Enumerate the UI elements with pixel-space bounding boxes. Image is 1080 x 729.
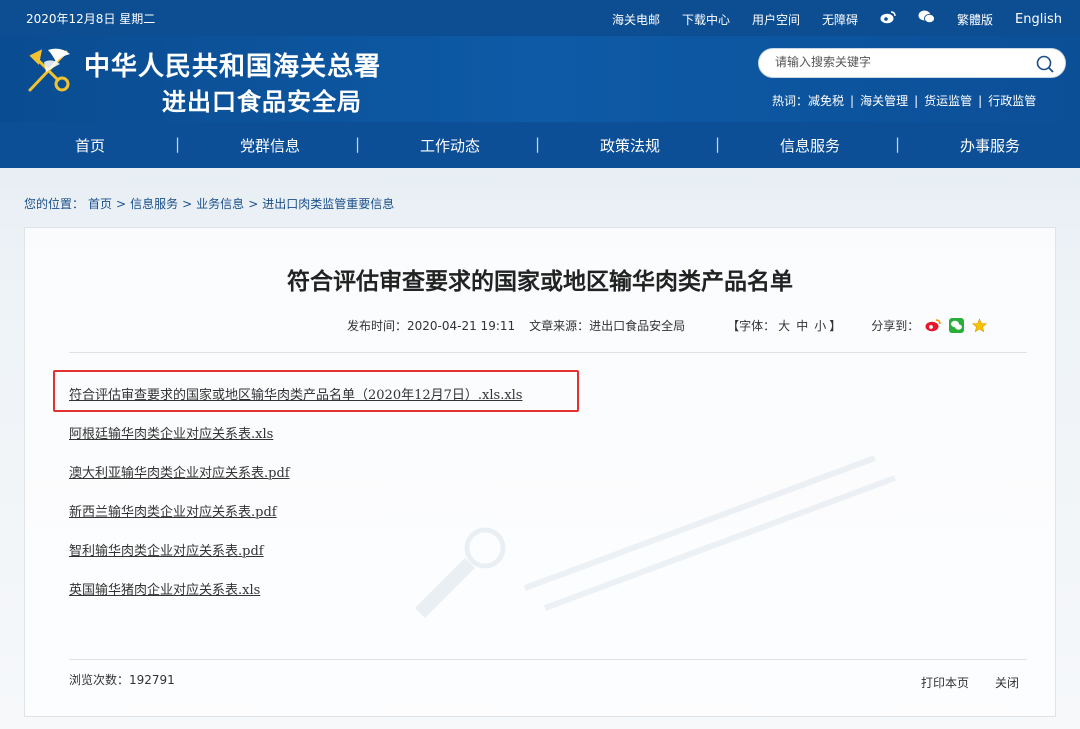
- font-size-small-button[interactable]: 小: [814, 319, 826, 333]
- hot-word[interactable]: 减免税: [808, 94, 844, 108]
- attachment-link[interactable]: 智利输华肉类企业对应关系表.pdf: [69, 539, 522, 578]
- attachment-link[interactable]: 澳大利亚输华肉类企业对应关系表.pdf: [69, 461, 522, 500]
- hot-words-label: 热词：: [772, 94, 809, 108]
- footer-actions: 打印本页 关闭: [921, 674, 1019, 691]
- favorite-star-icon[interactable]: [972, 318, 988, 333]
- breadcrumb-separator: >: [248, 197, 259, 211]
- publish-time: 发布时间：2020-04-21 19:11: [347, 319, 516, 333]
- site-title-line2: 进出口食品安全局: [162, 87, 362, 116]
- attachment-link[interactable]: 阿根廷输华肉类企业对应关系表.xls: [69, 422, 522, 461]
- traditional-chinese-link[interactable]: 繁體版: [957, 11, 993, 28]
- divider: [69, 659, 1027, 660]
- print-page-button[interactable]: 打印本页: [921, 674, 969, 691]
- nav-item-work-news[interactable]: 工作动态: [360, 135, 540, 156]
- main-nav: 首页 党群信息 工作动态 政策法规 信息服务 办事服务: [0, 122, 1080, 168]
- font-size-close: 】: [829, 319, 842, 333]
- wechat-share-icon[interactable]: [949, 318, 965, 333]
- current-date: 2020年12月8日 星期二: [26, 12, 156, 26]
- close-button[interactable]: 关闭: [995, 674, 1019, 691]
- nav-item-home[interactable]: 首页: [0, 135, 180, 156]
- breadcrumb-item[interactable]: 进出口肉类监管重要信息: [262, 197, 394, 211]
- font-size-control: 【字体：大中小】: [727, 317, 841, 334]
- breadcrumb: 您的位置： 首页 > 信息服务 > 业务信息 > 进出口肉类监管重要信息: [24, 195, 398, 212]
- nav-item-party-info[interactable]: 党群信息: [180, 135, 360, 156]
- english-link[interactable]: English: [1015, 12, 1062, 27]
- article-meta: 发布时间：2020-04-21 19:11 文章来源：进出口食品安全局 【字体：…: [347, 317, 988, 334]
- font-size-label: 【字体：: [727, 319, 776, 333]
- attachment-link[interactable]: 英国输华猪肉企业对应关系表.xls: [69, 578, 522, 617]
- breadcrumb-item[interactable]: 信息服务: [130, 197, 178, 211]
- font-size-medium-button[interactable]: 中: [796, 319, 808, 333]
- breadcrumb-item[interactable]: 业务信息: [196, 197, 244, 211]
- attachment-list: 符合评估审查要求的国家或地区输华肉类产品名单（2020年12月7日）.xls.x…: [69, 383, 522, 617]
- breadcrumb-separator: >: [116, 197, 127, 211]
- attachment-link[interactable]: 新西兰输华肉类企业对应关系表.pdf: [69, 500, 522, 539]
- share-label: 分享到：: [871, 319, 920, 333]
- nav-item-policy[interactable]: 政策法规: [540, 135, 720, 156]
- email-link[interactable]: 海关电邮: [612, 11, 660, 28]
- attachment-link[interactable]: 符合评估审查要求的国家或地区输华肉类产品名单（2020年12月7日）.xls.x…: [69, 383, 522, 422]
- download-center-link[interactable]: 下载中心: [682, 11, 730, 28]
- accessibility-link[interactable]: 无障碍: [822, 11, 858, 28]
- font-size-large-button[interactable]: 大: [778, 319, 790, 333]
- breadcrumb-separator: >: [182, 197, 193, 211]
- hot-word[interactable]: 行政监管: [988, 94, 1036, 108]
- nav-item-info-service[interactable]: 信息服务: [720, 135, 900, 156]
- breadcrumb-label: 您的位置：: [24, 197, 85, 211]
- user-space-link[interactable]: 用户空间: [752, 11, 800, 28]
- top-links: 海关电邮 下载中心 用户空间 无障碍 繁體版 English: [612, 10, 1062, 28]
- breadcrumb-item[interactable]: 首页: [88, 197, 112, 211]
- search-icon[interactable]: [1035, 54, 1055, 74]
- customs-emblem-icon: [28, 48, 70, 92]
- article-title: 符合评估审查要求的国家或地区输华肉类产品名单: [287, 269, 793, 295]
- share-icons: [925, 318, 988, 333]
- wechat-icon[interactable]: [918, 10, 935, 28]
- search-box: [758, 48, 1066, 78]
- divider: [69, 352, 1027, 353]
- search-input[interactable]: [775, 55, 1025, 69]
- view-count: 浏览次数：192791: [69, 673, 175, 687]
- hot-word[interactable]: 海关管理: [860, 94, 908, 108]
- article-source: 文章来源：进出口食品安全局: [529, 319, 686, 333]
- hot-words: 热词：减免税 | 海关管理 | 货运监管 | 行政监管: [772, 94, 1037, 108]
- weibo-icon[interactable]: [880, 10, 896, 28]
- nav-item-services[interactable]: 办事服务: [900, 135, 1080, 156]
- top-bar: 2020年12月8日 星期二 海关电邮 下载中心 用户空间 无障碍 繁體版 En…: [0, 0, 1080, 36]
- weibo-share-icon[interactable]: [925, 318, 941, 332]
- site-title-line1: 中华人民共和国海关总署: [84, 52, 382, 82]
- hot-word[interactable]: 货运监管: [924, 94, 972, 108]
- site-header: 中华人民共和国海关总署 进出口食品安全局 热词：减免税|海关管理|货运监管|行政…: [0, 36, 1080, 122]
- article-panel: 符合评估审查要求的国家或地区输华肉类产品名单 发布时间：2020-04-21 1…: [24, 227, 1056, 717]
